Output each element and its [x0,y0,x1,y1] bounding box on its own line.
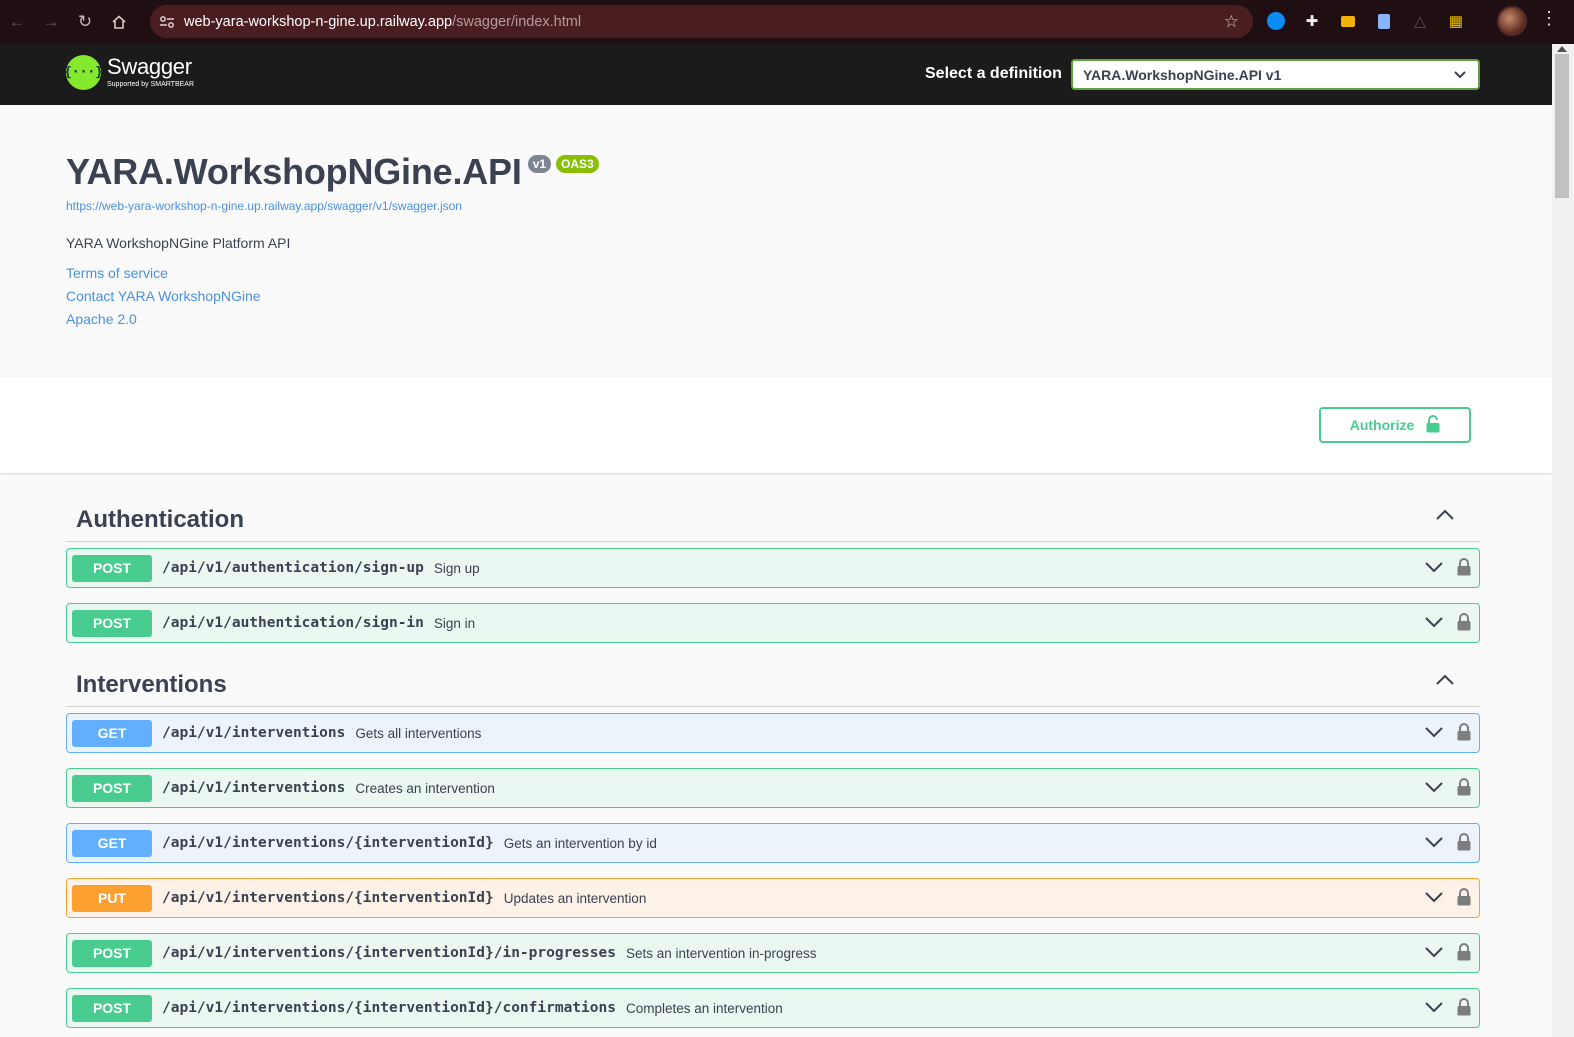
definition-label: Select a definition [925,65,1062,82]
home-icon[interactable] [102,5,136,39]
method-badge: POST [72,774,152,802]
swagger-logo-icon: {···} [64,55,103,90]
lock-icon[interactable] [1457,943,1471,966]
operation-path: /api/v1/interventions [162,725,346,741]
docs-extension-icon[interactable] [1370,6,1398,36]
drive-extension-icon[interactable]: △ [1406,6,1434,36]
contact-link[interactable]: Contact YARA WorkshopNGine [66,288,261,304]
chevron-down-icon[interactable] [1425,560,1443,578]
scroll-up-icon[interactable] [1557,46,1567,52]
page-scrollbar[interactable] [1552,44,1574,1037]
tag-title: Interventions [76,671,227,698]
scroll-thumb[interactable] [1555,54,1569,198]
lock-icon[interactable] [1457,558,1471,581]
operation-path: /api/v1/interventions [162,780,346,796]
api-info: YARA.WorkshopNGine.API v1 OAS3 https://w… [0,105,1552,377]
operation-summary: Creates an intervention [355,780,495,796]
forward-icon[interactable]: → [34,5,68,39]
back-icon[interactable]: ← [0,5,34,39]
authorize-button[interactable]: Authorize [1319,407,1471,443]
unlock-icon [1426,414,1440,436]
swagger-logo-word: Swagger [107,54,192,79]
tag-title: Authentication [76,506,244,533]
method-badge: POST [72,939,152,967]
chevron-up-icon[interactable] [1436,673,1454,691]
swagger-topbar: {···} Swagger Supported by SMARTBEAR Sel… [0,44,1552,105]
method-badge: GET [72,829,152,857]
extensions-puzzle-icon[interactable]: ▦ [1442,6,1470,36]
operation-row[interactable]: POST /api/v1/authentication/sign-in Sign… [66,603,1480,643]
chevron-down-icon[interactable] [1425,1000,1443,1018]
operation-path: /api/v1/authentication/sign-in [162,615,424,631]
operation-path: /api/v1/interventions/{interventionId}/i… [162,945,616,961]
url-path: /swagger/index.html [452,13,582,30]
method-badge: GET [72,719,152,747]
chevron-down-icon[interactable] [1425,725,1443,743]
operation-row[interactable]: POST /api/v1/authentication/sign-up Sign… [66,548,1480,588]
lock-icon[interactable] [1457,833,1471,856]
lock-icon[interactable] [1457,998,1471,1021]
tag-interventions[interactable]: Interventions [66,663,1480,707]
license-link[interactable]: Apache 2.0 [66,311,137,327]
operation-summary: Sign in [433,615,476,631]
operation-row[interactable]: POST /api/v1/interventions Creates an in… [66,768,1480,808]
method-badge: PUT [72,884,152,912]
lock-icon[interactable] [1457,613,1471,636]
color-picker-extension-icon[interactable]: ✚ [1298,6,1326,36]
profile-avatar[interactable] [1497,6,1527,36]
chevron-down-icon[interactable] [1425,835,1443,853]
operation-path: /api/v1/interventions/{interventionId} [162,890,494,906]
chevron-down-icon[interactable] [1425,945,1443,963]
lock-icon[interactable] [1457,778,1471,801]
address-bar[interactable]: web-yara-workshop-n-gine.up.railway.app /… [150,5,1253,38]
browser-toolbar: ← → ↻ web-yara-workshop-n-gine.up.railwa… [0,0,1574,44]
swagger-logo[interactable]: {···} Swagger Supported by SMARTBEAR [64,54,195,90]
scheme-container: Authorize [0,377,1552,473]
chevron-down-icon[interactable] [1425,780,1443,798]
method-badge: POST [72,609,152,637]
definition-selected-value: YARA.WorkshopNGine.API v1 [1083,66,1282,83]
operation-row[interactable]: PUT /api/v1/interventions/{interventionI… [66,878,1480,918]
spec-url-link[interactable]: https://web-yara-workshop-n-gine.up.rail… [66,199,462,213]
shazam-extension-icon[interactable] [1262,6,1290,36]
tag-authentication[interactable]: Authentication [66,498,1480,542]
terms-of-service-link[interactable]: Terms of service [66,265,168,281]
operation-row[interactable]: GET /api/v1/interventions/{interventionI… [66,823,1480,863]
extensions-bar: ✚ △ ▦ [1262,6,1470,36]
chevron-up-icon[interactable] [1436,508,1454,526]
chevron-down-icon[interactable] [1425,890,1443,908]
operation-path: /api/v1/interventions/{interventionId}/c… [162,1000,616,1016]
swagger-logo-sub: Supported by SMARTBEAR [107,81,195,88]
operation-summary: Sets an intervention in-progress [625,945,817,961]
definition-select[interactable]: YARA.WorkshopNGine.API v1 [1071,59,1480,90]
chevron-down-icon [1454,67,1466,82]
authorize-label: Authorize [1349,417,1415,433]
operation-row[interactable]: POST /api/v1/interventions/{intervention… [66,933,1480,973]
browser-menu-icon[interactable]: ⋮ [1540,8,1558,29]
folder-extension-icon[interactable] [1334,6,1362,36]
operation-summary: Gets all interventions [355,725,482,741]
operation-summary: Completes an intervention [625,1000,783,1016]
operation-summary: Gets an intervention by id [503,835,657,851]
site-info-icon[interactable] [150,15,184,29]
operation-summary: Sign up [433,560,480,576]
method-badge: POST [72,554,152,582]
method-badge: POST [72,994,152,1022]
operation-path: /api/v1/interventions/{interventionId} [162,835,494,851]
operation-row[interactable]: GET /api/v1/interventions Gets all inter… [66,713,1480,753]
chevron-down-icon[interactable] [1425,615,1443,633]
version-badge: v1 [527,155,552,173]
lock-icon[interactable] [1457,723,1471,746]
operation-path: /api/v1/authentication/sign-up [162,560,424,576]
lock-icon[interactable] [1457,888,1471,911]
bookmark-star-icon[interactable]: ☆ [1224,12,1239,32]
url-host: web-yara-workshop-n-gine.up.railway.app [184,13,453,30]
operation-summary: Updates an intervention [503,890,647,906]
api-description: YARA WorkshopNGine Platform API [66,235,291,251]
operation-row[interactable]: POST /api/v1/interventions/{intervention… [66,988,1480,1028]
oas-badge: OAS3 [556,155,599,173]
reload-icon[interactable]: ↻ [68,5,102,39]
page-title: YARA.WorkshopNGine.API [66,151,522,192]
